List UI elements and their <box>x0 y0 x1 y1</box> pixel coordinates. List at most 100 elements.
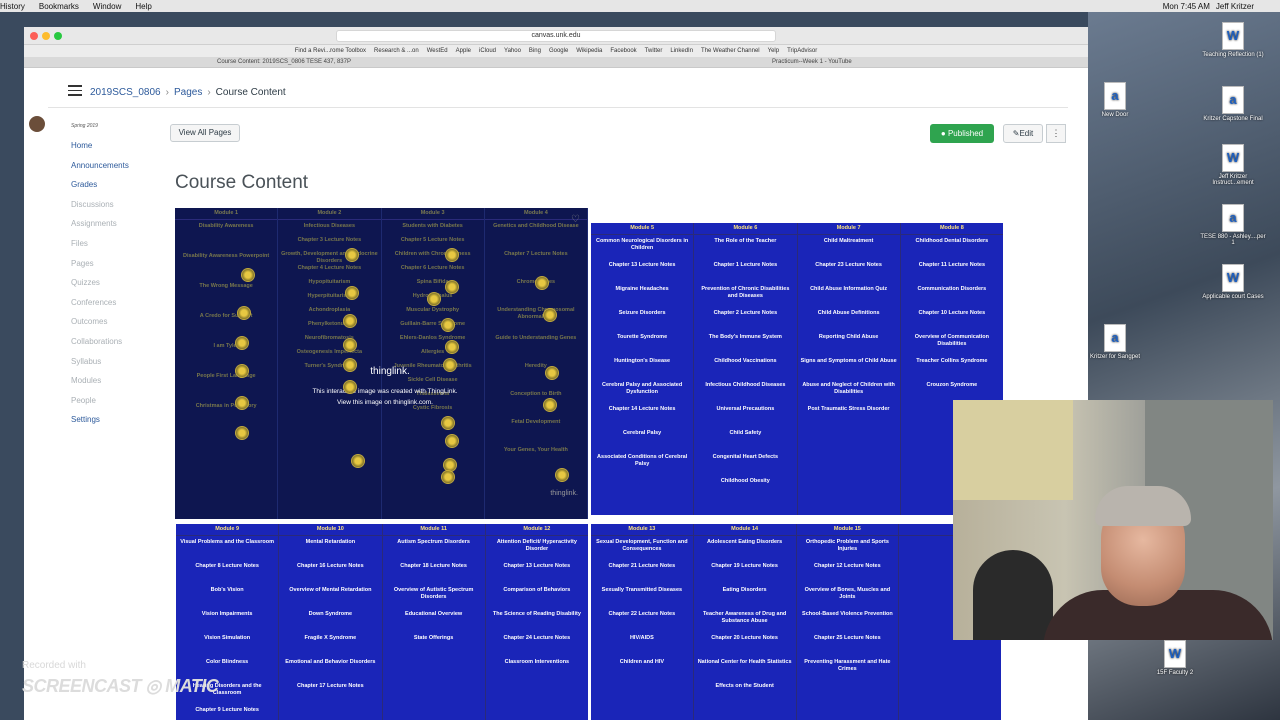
user-name[interactable]: Jeff Kritzer <box>1216 2 1254 11</box>
module-link[interactable]: Prevention of Chronic Disabilities and D… <box>694 286 796 310</box>
module-link[interactable]: Sexual Development, Function and Consequ… <box>591 539 693 563</box>
zoom-icon[interactable] <box>54 32 62 40</box>
module-link[interactable]: Treacher Collins Syndrome <box>901 358 1003 382</box>
clock[interactable]: Mon 7:45 AM <box>1163 2 1210 11</box>
module-link[interactable]: The Role of the Teacher <box>694 238 796 262</box>
module-link[interactable]: Childhood Dental Disorders <box>901 238 1003 262</box>
module-link[interactable]: Conception to Birth <box>485 391 587 419</box>
hotspot-icon[interactable] <box>445 340 459 354</box>
hotspot-icon[interactable] <box>441 470 455 484</box>
module-link[interactable]: Educational Overview <box>383 611 485 635</box>
hotspot-icon[interactable] <box>235 396 249 410</box>
module-link[interactable]: Chapter 2 Lecture Notes <box>694 310 796 334</box>
nav-conferences[interactable]: Conferences <box>71 298 161 318</box>
module-link[interactable]: Fetal Development <box>485 419 587 447</box>
module-link[interactable]: Signs and Symptoms of Child Abuse <box>798 358 900 382</box>
module-link[interactable]: Heredity <box>485 363 587 391</box>
module-link[interactable]: State Offerings <box>383 635 485 659</box>
minimize-icon[interactable] <box>42 32 50 40</box>
hotspot-icon[interactable] <box>343 380 357 394</box>
module-link[interactable]: Chapter 1 Lecture Notes <box>694 262 796 286</box>
favorite-link[interactable]: Find a Revi...rome Toolbox <box>295 48 366 54</box>
module-link[interactable]: Growth, Development and Endocrine Disord… <box>278 251 380 265</box>
module-link[interactable]: Visual Problems and the Classroom <box>176 539 278 563</box>
module-link[interactable]: Chapter 10 Lecture Notes <box>901 310 1003 334</box>
module-link[interactable]: A Credo for Support <box>175 313 277 343</box>
module-link[interactable]: Chapter 13 Lecture Notes <box>591 262 693 286</box>
module-link[interactable]: Communication Disorders <box>901 286 1003 310</box>
module-link[interactable]: Cerebral Palsy and Associated Dysfunctio… <box>591 382 693 406</box>
module-link[interactable]: HIV/AIDS <box>591 635 693 659</box>
nav-pages[interactable]: Pages <box>71 259 161 279</box>
module-link[interactable]: Adolescent Eating Disorders <box>694 539 796 563</box>
module-link[interactable]: Chapter 19 Lecture Notes <box>694 563 796 587</box>
hotspot-icon[interactable] <box>345 248 359 262</box>
module-link[interactable]: Teacher Awareness of Drug and Substance … <box>694 611 796 635</box>
favorite-link[interactable]: LinkedIn <box>670 48 693 54</box>
nav-discussions[interactable]: Discussions <box>71 200 161 220</box>
module-link[interactable]: Associated Conditions of Cerebral Palsy <box>591 454 693 478</box>
module-link[interactable]: Chapter 22 Lecture Notes <box>591 611 693 635</box>
hotspot-icon[interactable] <box>235 426 249 440</box>
module-link[interactable]: Chapter 24 Lecture Notes <box>486 635 588 659</box>
module-link[interactable]: Child Abuse Information Quiz <box>798 286 900 310</box>
nav-grades[interactable]: Grades <box>71 180 161 200</box>
favorite-link[interactable]: TripAdvisor <box>787 48 817 54</box>
favorite-link[interactable]: Research & ...on <box>374 48 419 54</box>
hotspot-icon[interactable] <box>445 280 459 294</box>
module-link[interactable]: Overview of Mental Retardation <box>279 587 381 611</box>
module-link[interactable]: Hyperpituitarism <box>278 293 380 307</box>
module-link[interactable]: Children and HIV <box>591 659 693 683</box>
hotspot-icon[interactable] <box>351 454 365 468</box>
module-link[interactable]: Chapter 18 Lecture Notes <box>383 563 485 587</box>
module-link[interactable]: Allergies <box>382 349 484 363</box>
desktop-icon[interactable]: a Kritzer for Sangpet <box>1080 324 1150 360</box>
module-link[interactable]: Huntington's Disease <box>591 358 693 382</box>
module-link[interactable]: Chapter 3 Lecture Notes <box>278 237 380 251</box>
menu-bookmarks[interactable]: Bookmarks <box>39 2 79 11</box>
favorite-link[interactable]: Yelp <box>768 48 779 54</box>
hamburger-menu-icon[interactable] <box>68 85 82 96</box>
hotspot-icon[interactable] <box>441 416 455 430</box>
menu-window[interactable]: Window <box>93 2 121 11</box>
module-link[interactable]: Chapter 21 Lecture Notes <box>591 563 693 587</box>
module-link[interactable]: Genetics and Childhood Disease <box>485 223 587 251</box>
module-link[interactable]: Reporting Child Abuse <box>798 334 900 358</box>
desktop-icon[interactable]: W Jeff Kritzer Instruct...ement <box>1198 144 1268 186</box>
module-link[interactable]: Child Abuse Definitions <box>798 310 900 334</box>
module-link[interactable]: I am Tyler <box>175 343 277 373</box>
edit-button[interactable]: ✎Edit <box>1003 124 1043 143</box>
favorite-link[interactable]: Wikipedia <box>576 48 602 54</box>
module-link[interactable]: Your Genes, Your Health <box>485 447 587 475</box>
desktop-icon[interactable]: W Teaching Reflection (1) <box>1198 22 1268 58</box>
module-link[interactable]: Classroom Interventions <box>486 659 588 683</box>
module-link[interactable]: School-Based Violence Prevention <box>797 611 899 635</box>
hotspot-icon[interactable] <box>427 292 441 306</box>
hotspot-icon[interactable] <box>241 268 255 282</box>
module-link[interactable]: The Science of Reading Disability <box>486 611 588 635</box>
module-link[interactable]: The Body's Immune System <box>694 334 796 358</box>
module-link[interactable]: Muscular Dystrophy <box>382 307 484 321</box>
hotspot-icon[interactable] <box>441 318 455 332</box>
module-link[interactable]: Vision Simulation <box>176 635 278 659</box>
desktop-icon[interactable]: W Applicable court Cases <box>1198 264 1268 300</box>
module-link[interactable]: Disability Awareness <box>175 223 277 253</box>
module-link[interactable]: Children with Chronic Illness <box>382 251 484 265</box>
thinglink-badge[interactable]: thinglink. <box>550 490 578 497</box>
module-link[interactable]: Chapter 25 Lecture Notes <box>797 635 899 659</box>
hotspot-icon[interactable] <box>343 358 357 372</box>
module-link[interactable]: People First Language <box>175 373 277 403</box>
module-link[interactable]: Emotional and Behavior Disorders <box>279 659 381 683</box>
module-link[interactable]: Post Traumatic Stress Disorder <box>798 406 900 430</box>
avatar[interactable] <box>29 116 45 132</box>
favorite-link[interactable]: Facebook <box>610 48 636 54</box>
hotspot-icon[interactable] <box>543 398 557 412</box>
module-link[interactable]: Infectious Diseases <box>278 223 380 237</box>
module-link[interactable]: Sexually Transmitted Diseases <box>591 587 693 611</box>
desktop-icon[interactable]: a Kritzer Capstone Final <box>1198 86 1268 122</box>
hotspot-icon[interactable] <box>237 306 251 320</box>
module-link[interactable]: Chapter 7 Lecture Notes <box>485 251 587 279</box>
hotspot-icon[interactable] <box>235 336 249 350</box>
nav-announcements[interactable]: Announcements <box>71 161 161 181</box>
published-button[interactable]: ● Published <box>930 124 994 143</box>
